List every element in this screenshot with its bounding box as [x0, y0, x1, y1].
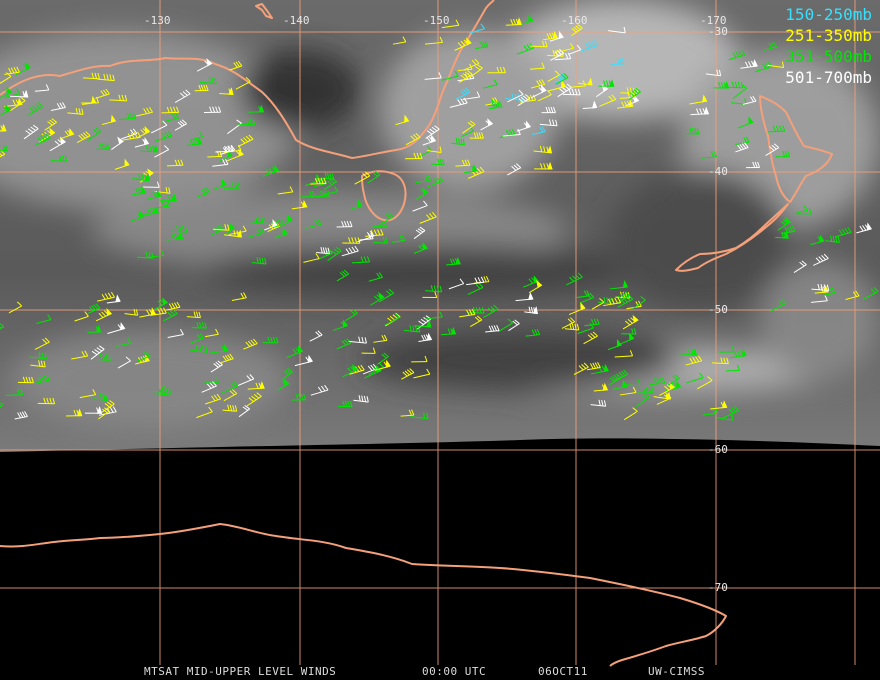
legend-entry-150-250: 150-250mb [785, 5, 872, 24]
water-vapor-imagery [0, 0, 880, 452]
footer-date: 06OCT11 [538, 665, 588, 678]
lon-label: -130 [144, 14, 171, 27]
lat-label: -50 [708, 303, 728, 316]
footer-product: MTSAT MID-UPPER LEVEL WINDS [144, 665, 337, 678]
lat-label: -70 [708, 581, 728, 594]
legend-entry-501-700: 501-700mb [785, 68, 872, 87]
legend-entry-251-350: 251-350mb [785, 26, 872, 45]
footer-time: 00:00 UTC [422, 665, 487, 678]
lon-label: -160 [561, 14, 588, 27]
satellite-map: -130 -140 -150 -160 -170 -30 -40 -50 -60… [0, 0, 880, 680]
lat-label: -30 [708, 25, 728, 38]
map-canvas [0, 0, 880, 667]
pressure-level-legend: 150-250mb 251-350mb 351-500mb 501-700mb [785, 4, 872, 88]
lat-label: -60 [708, 443, 728, 456]
lat-label: -40 [708, 165, 728, 178]
lon-label: -150 [423, 14, 450, 27]
lon-label: -140 [283, 14, 310, 27]
footer-source: UW-CIMSS [648, 665, 705, 678]
legend-entry-351-500: 351-500mb [785, 47, 872, 66]
footer-caption: MTSAT MID-UPPER LEVEL WINDS 00:00 UTC 06… [0, 664, 880, 678]
